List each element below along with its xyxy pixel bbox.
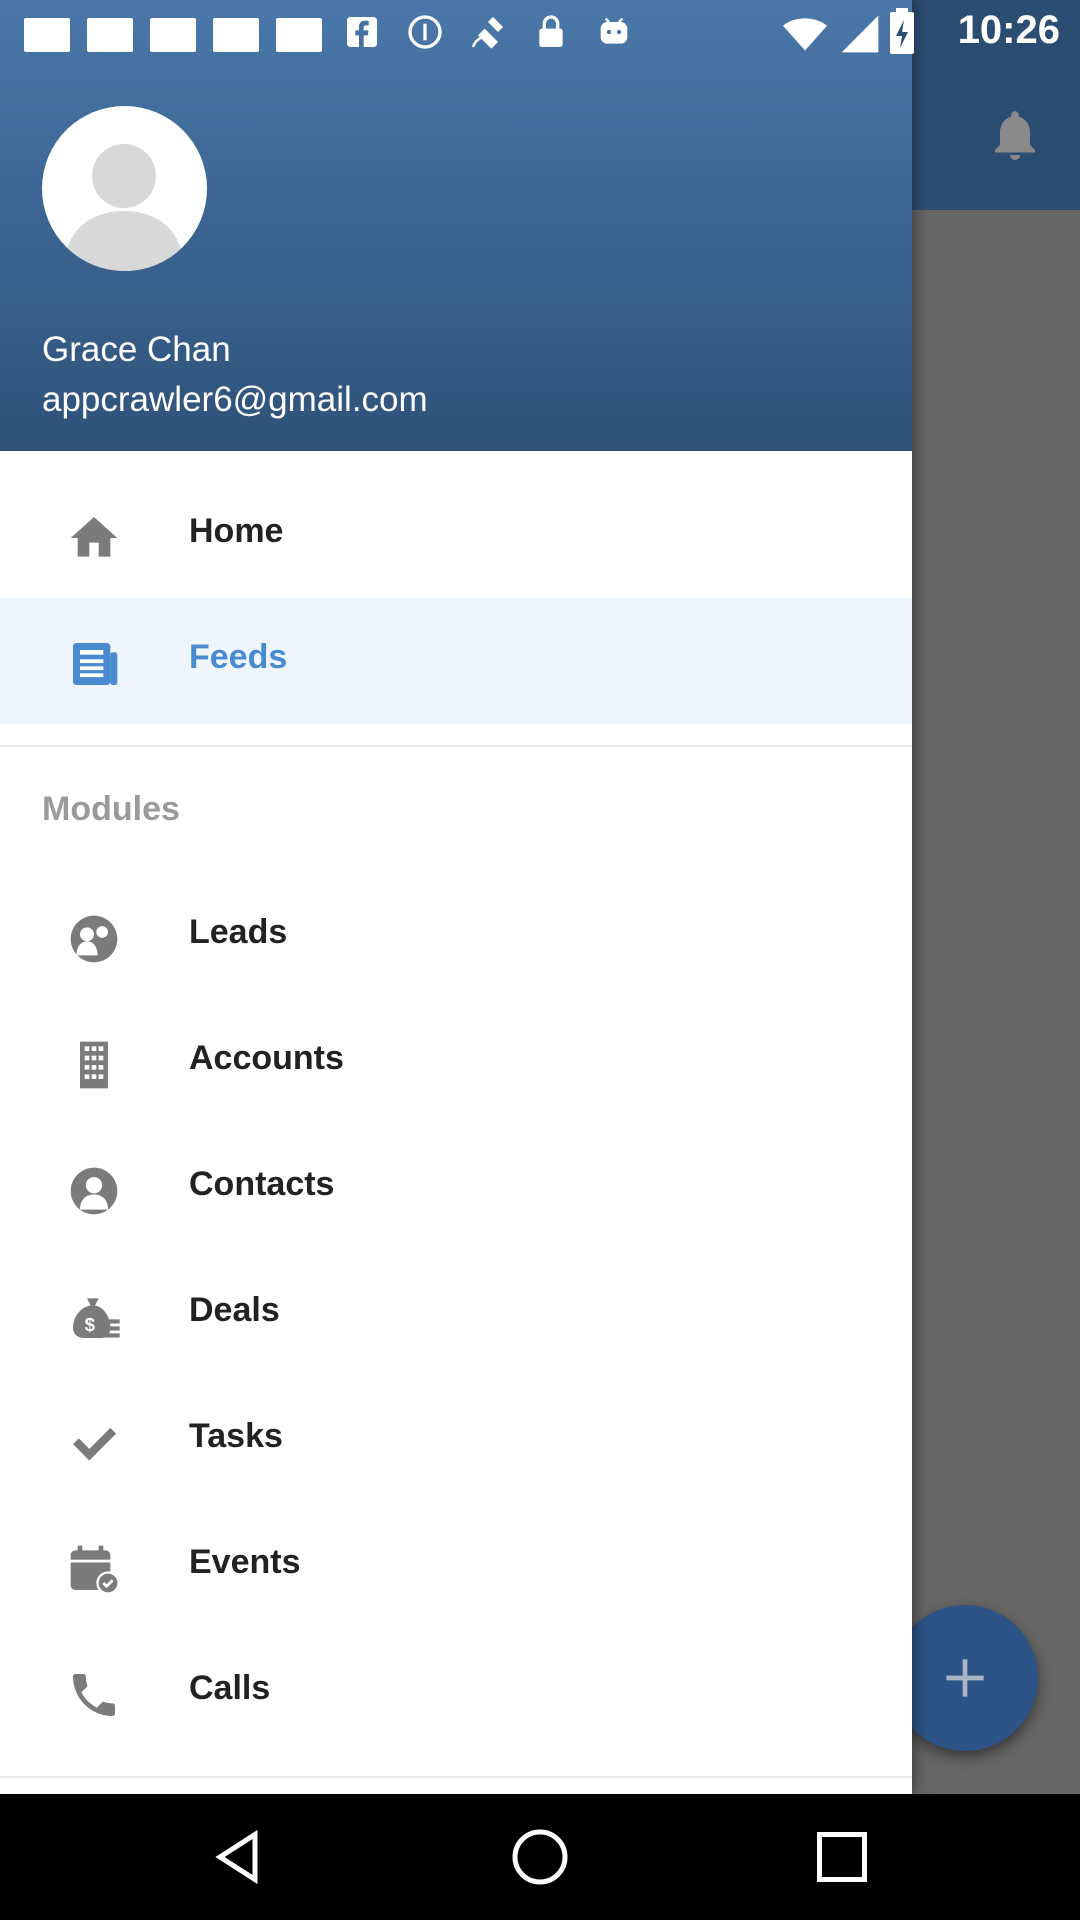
back-icon[interactable]	[210, 1827, 270, 1887]
bell-icon[interactable]	[985, 105, 1045, 165]
info-icon	[408, 15, 442, 49]
navigation-drawer: Grace Chan appcrawler6@gmail.com Home Fe…	[0, 0, 912, 1794]
notification-square-icon	[24, 18, 70, 52]
divider	[0, 1776, 912, 1778]
fake-gps-icon	[471, 17, 503, 49]
home-icon	[70, 517, 118, 557]
signal-icon	[841, 15, 879, 53]
nav-item-home[interactable]: Home	[0, 472, 912, 598]
nav-label-leads: Leads	[189, 913, 288, 951]
android-icon	[600, 17, 628, 44]
nav-label-home: Home	[189, 512, 284, 550]
drawer-header: Grace Chan appcrawler6@gmail.com	[0, 0, 912, 451]
nav-label-tasks: Tasks	[189, 1417, 283, 1455]
nav-item-contacts[interactable]: Contacts	[0, 1125, 912, 1251]
avatar-silhouette-icon	[64, 144, 184, 271]
building-icon	[80, 1041, 108, 1089]
user-name: Grace Chan	[42, 330, 231, 369]
nav-label-accounts: Accounts	[189, 1039, 344, 1077]
status-bar: 10:26	[0, 0, 1080, 63]
divider	[0, 745, 912, 747]
nav-item-events[interactable]: Events	[0, 1503, 912, 1629]
lock-icon	[539, 15, 563, 47]
feeds-icon	[73, 643, 118, 685]
plus-icon	[946, 1659, 984, 1697]
nav-item-feeds[interactable]: Feeds	[0, 598, 912, 724]
modules-heading: Modules	[42, 790, 180, 828]
svg-text:$: $	[85, 1314, 96, 1335]
system-nav-bar	[0, 1794, 1080, 1920]
notification-square-icon	[213, 18, 259, 52]
notification-square-icon	[150, 18, 196, 52]
battery-icon	[890, 8, 914, 54]
user-email: appcrawler6@gmail.com	[42, 380, 428, 419]
calendar-icon	[70, 1545, 120, 1595]
notification-square-icon	[87, 18, 133, 52]
avatar[interactable]	[42, 106, 207, 271]
money-bag-icon: $	[73, 1298, 120, 1338]
nav-label-deals: Deals	[189, 1291, 280, 1329]
notification-square-icon	[276, 18, 322, 52]
check-icon	[73, 1427, 117, 1461]
contact-icon	[70, 1167, 118, 1215]
nav-label-calls: Calls	[189, 1669, 271, 1707]
nav-item-tasks[interactable]: Tasks	[0, 1377, 912, 1503]
nav-item-accounts[interactable]: Accounts	[0, 999, 912, 1125]
phone-icon	[73, 1674, 115, 1716]
nav-item-calls[interactable]: Calls	[0, 1629, 912, 1755]
nav-item-deals[interactable]: $ Deals	[0, 1251, 912, 1377]
home-circle-icon[interactable]	[510, 1827, 570, 1887]
nav-item-leads[interactable]: Leads	[0, 873, 912, 999]
recents-icon[interactable]	[812, 1827, 872, 1887]
nav-label-events: Events	[189, 1543, 301, 1581]
facebook-icon	[347, 17, 377, 47]
leads-icon	[70, 915, 118, 963]
status-time: 10:26	[957, 8, 1060, 52]
nav-label-feeds: Feeds	[189, 638, 288, 676]
nav-label-contacts: Contacts	[189, 1165, 335, 1203]
add-fab-button[interactable]	[892, 1605, 1038, 1751]
wifi-icon	[783, 18, 827, 51]
